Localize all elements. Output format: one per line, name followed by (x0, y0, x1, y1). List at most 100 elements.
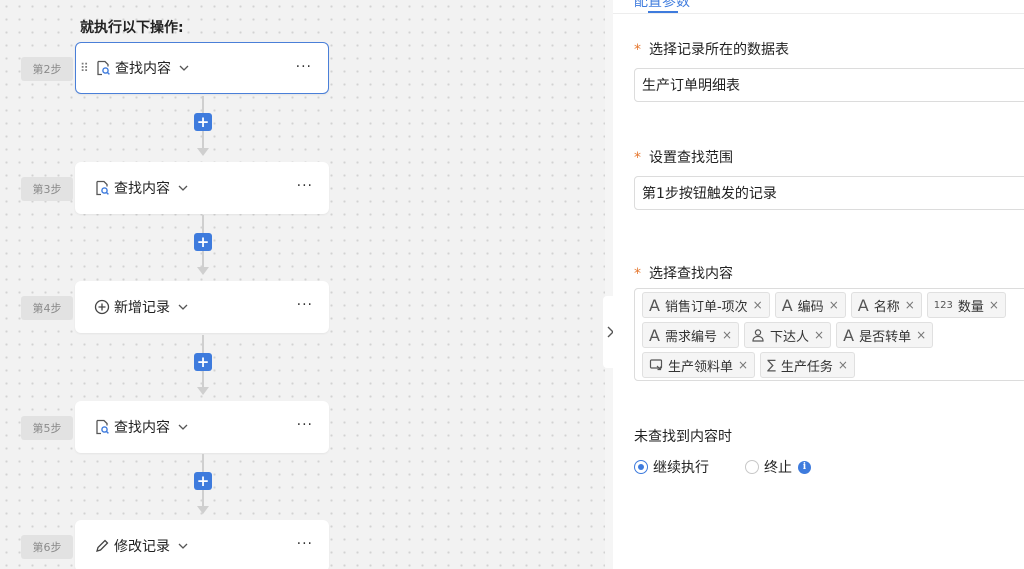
chevron-down-icon[interactable] (177, 61, 191, 75)
close-icon[interactable]: × (753, 298, 763, 312)
not-found-radio-group: 继续执行 终止 i (634, 457, 847, 477)
step-connector: + (193, 215, 213, 281)
close-icon[interactable]: × (814, 328, 824, 342)
tab-config[interactable]: 配置参数 (634, 0, 690, 11)
sigma-icon: ∑ (767, 357, 776, 373)
doc-search-icon (93, 418, 111, 436)
workflow-step: 第4步 新增记录 ··· (0, 281, 605, 333)
text-icon: A (781, 295, 793, 315)
close-icon[interactable]: × (738, 358, 748, 372)
text-icon: A (843, 325, 855, 345)
doc-search-icon (93, 179, 111, 197)
more-icon[interactable]: ··· (296, 59, 312, 75)
relation-icon (649, 358, 663, 372)
text-icon: A (649, 325, 660, 345)
radio-continue[interactable]: 继续执行 (634, 457, 709, 477)
more-icon[interactable]: ··· (297, 417, 313, 433)
step-card[interactable]: 查找内容 ··· (75, 162, 329, 214)
step-card[interactable]: 查找内容 ··· (75, 401, 329, 453)
step-card[interactable]: 修改记录 ··· (75, 520, 329, 569)
workflow-step: 第2步 ⠿ 查找内容 ··· (0, 42, 605, 94)
tag-label: 生产领料单 (668, 359, 734, 375)
required-mark: * (634, 150, 641, 166)
step-connector: + (193, 454, 213, 520)
text-icon: A (649, 295, 660, 315)
close-icon[interactable]: × (829, 298, 839, 312)
required-mark: * (634, 266, 641, 282)
field-tag: 下达人 × (744, 322, 832, 348)
radio-continue-label: 继续执行 (653, 460, 709, 476)
tag-label: 销售订单-项次 (664, 299, 748, 315)
content-field-label-text: 选择查找内容 (649, 266, 733, 282)
scope-select-value: 第1步按钮触发的记录 (642, 186, 777, 202)
tag-label: 需求编号 (664, 329, 717, 345)
radio-checked-icon[interactable] (634, 460, 648, 474)
close-icon[interactable]: × (916, 328, 926, 342)
plus-circle-icon (93, 298, 111, 316)
add-step-button[interactable]: + (194, 113, 212, 131)
field-tag: A 名称 × (850, 292, 922, 318)
step-label: 查找内容 (114, 181, 170, 197)
step-badge: 第4步 (21, 296, 73, 320)
table-field-label: * 选择记录所在的数据表 (634, 39, 789, 59)
pencil-icon (93, 537, 111, 555)
more-icon[interactable]: ··· (297, 178, 313, 194)
user-icon (751, 328, 765, 342)
step-connector: + (193, 96, 213, 162)
field-tag: A 需求编号 × (642, 322, 740, 348)
add-step-button[interactable]: + (194, 233, 212, 251)
field-tag: ∑ 生产任务 × (760, 352, 855, 378)
drag-handle-icon[interactable]: ⠿ (80, 62, 90, 74)
step-label: 查找内容 (115, 61, 171, 77)
tag-label: 下达人 (770, 329, 810, 345)
number-icon: 123 (933, 299, 953, 311)
tab-divider (613, 13, 1024, 14)
field-tag: A 是否转单 × (836, 322, 934, 348)
close-icon[interactable]: × (838, 358, 848, 372)
tag-label: 数量 (957, 299, 984, 315)
add-step-button[interactable]: + (194, 472, 212, 490)
table-field-label-text: 选择记录所在的数据表 (649, 42, 789, 58)
canvas-heading: 就执行以下操作: (80, 20, 184, 36)
more-icon[interactable]: ··· (297, 536, 313, 552)
radio-terminate[interactable]: 终止 i (745, 457, 811, 477)
scope-field-label: * 设置查找范围 (634, 147, 733, 167)
close-icon[interactable]: × (905, 298, 915, 312)
step-label: 查找内容 (114, 420, 170, 436)
chevron-down-icon[interactable] (176, 420, 190, 434)
field-tag: A 编码 × (774, 292, 846, 318)
tag-label: 生产任务 (780, 359, 833, 375)
chevron-down-icon[interactable] (176, 539, 190, 553)
config-panel: 配置参数 * 选择记录所在的数据表 生产订单明细表 * 设置查找范围 第1步按钮触发… (613, 0, 1024, 569)
radio-unchecked-icon[interactable] (745, 460, 759, 474)
workflow-step: 第5步 查找内容 ··· (0, 401, 605, 453)
close-icon[interactable]: × (722, 328, 732, 342)
step-badge: 第2步 (21, 57, 73, 81)
table-select[interactable]: 生产订单明细表 (634, 68, 1024, 102)
radio-terminate-label: 终止 (764, 460, 792, 476)
workflow-step: 第6步 修改记录 ··· (0, 520, 605, 569)
content-tag-select[interactable]: A 销售订单-项次 × A 编码 × A 名称 × 123 数量 × A 需求编… (634, 288, 1024, 381)
tag-label: 是否转单 (859, 329, 912, 345)
table-select-value: 生产订单明细表 (642, 78, 740, 94)
chevron-down-icon[interactable] (176, 300, 190, 314)
content-field-label: * 选择查找内容 (634, 263, 733, 283)
step-badge: 第5步 (21, 416, 73, 440)
close-icon[interactable]: × (989, 298, 999, 312)
field-tag: A 销售订单-项次 × (642, 292, 770, 318)
chevron-down-icon[interactable] (176, 181, 190, 195)
step-label: 新增记录 (114, 300, 170, 316)
step-card[interactable]: ⠿ 查找内容 ··· (75, 42, 329, 94)
add-step-button[interactable]: + (194, 353, 212, 371)
scope-select[interactable]: 第1步按钮触发的记录 (634, 176, 1024, 210)
field-tag: 123 数量 × (926, 292, 1006, 318)
not-found-label: 未查找到内容时 (634, 429, 732, 445)
info-icon[interactable]: i (798, 460, 811, 474)
step-card[interactable]: 新增记录 ··· (75, 281, 329, 333)
more-icon[interactable]: ··· (297, 297, 313, 313)
required-mark: * (634, 42, 641, 58)
workflow-canvas[interactable]: 就执行以下操作: 第2步 ⠿ 查找内容 ··· + 第3步 查找内容 ··· +… (0, 0, 605, 569)
doc-search-icon (94, 59, 112, 77)
tag-label: 名称 (873, 299, 900, 315)
step-badge: 第6步 (21, 535, 73, 559)
